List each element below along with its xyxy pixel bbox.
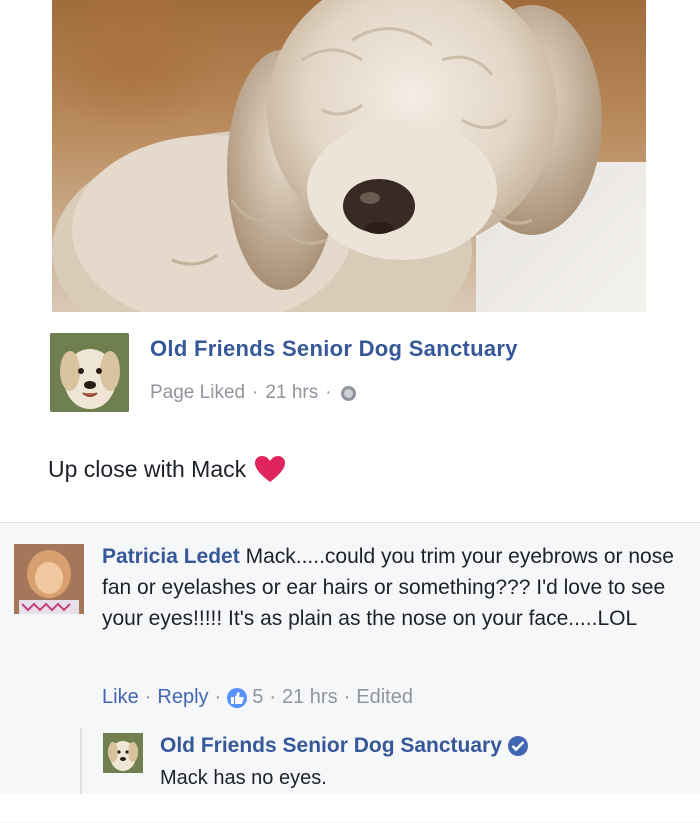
reply-author-link[interactable]: Old Friends Senior Dog Sanctuary: [160, 734, 502, 758]
action-separator: ·: [343, 686, 351, 708]
like-link[interactable]: Like: [102, 686, 139, 709]
page-name-link[interactable]: Old Friends Senior Dog Sanctuary: [150, 336, 518, 362]
reply-author: Old Friends Senior Dog Sanctuary: [160, 734, 528, 758]
page-liked-status: Page Liked: [150, 382, 246, 403]
commenter-photo: [14, 544, 84, 614]
heart-icon: [255, 456, 286, 482]
globe-icon[interactable]: [340, 385, 356, 401]
reaction-count[interactable]: 5: [252, 686, 263, 709]
action-separator: ·: [144, 686, 152, 708]
post-meta: Page Liked · 21 hrs ·: [150, 382, 356, 404]
action-separator: ·: [269, 686, 276, 708]
dog-avatar-image: [103, 733, 143, 773]
comment-time-link[interactable]: 21 hrs: [282, 686, 338, 709]
dog-avatar-image: [50, 333, 129, 412]
reply-link[interactable]: Reply: [157, 686, 208, 709]
post-time-link[interactable]: 21 hrs: [265, 382, 318, 404]
page-avatar[interactable]: [50, 333, 129, 412]
meta-separator: ·: [252, 382, 259, 403]
reply-thread-line: [80, 728, 82, 794]
verified-icon: [507, 736, 528, 756]
post-photo[interactable]: [52, 0, 646, 312]
reply-avatar[interactable]: [103, 733, 143, 773]
comment-actions: Like · Reply · 5 · 21 hrs · Edited: [102, 686, 413, 709]
like-icon[interactable]: [227, 687, 248, 708]
meta-separator: ·: [325, 382, 332, 403]
action-separator: ·: [214, 686, 222, 708]
reply-text: Mack has no eyes.: [160, 767, 327, 789]
commenter-avatar[interactable]: [14, 544, 84, 614]
comment-body: Patricia Ledet Mack.....could you trim y…: [102, 541, 692, 634]
post-caption: Up close with Mack: [48, 455, 286, 483]
dog-illustration: [52, 0, 602, 312]
bottom-edge: [0, 794, 700, 822]
edited-link[interactable]: Edited: [356, 686, 413, 709]
caption-text: Up close with Mack: [48, 455, 247, 482]
comment-author-link[interactable]: Patricia Ledet: [102, 545, 240, 568]
